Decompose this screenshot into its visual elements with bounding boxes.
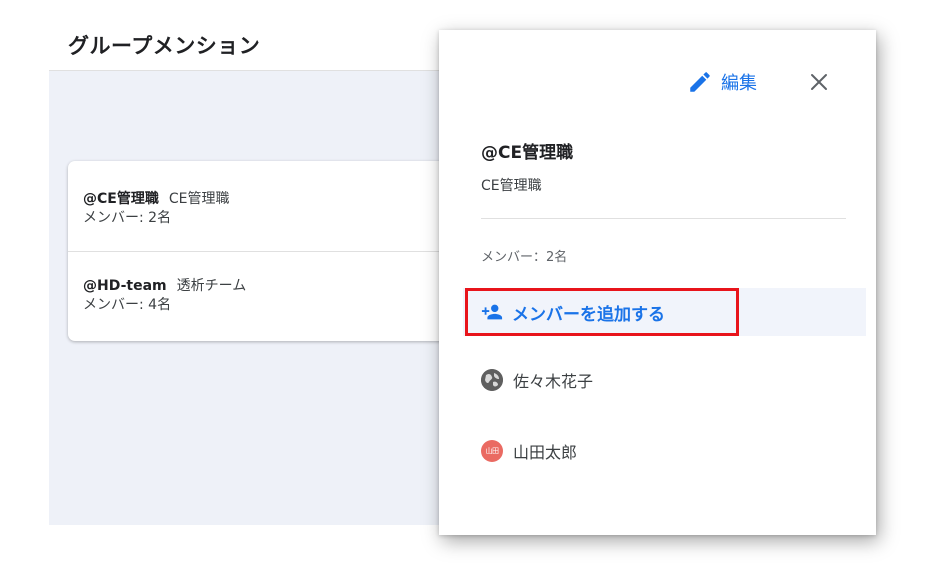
add-member-label: メンバーを追加する	[512, 304, 665, 325]
page-title: グループメンション	[68, 34, 261, 58]
member-name: 山田太郎	[513, 443, 578, 462]
detail-group-name: CE管理職	[481, 178, 542, 194]
globe-avatar-icon	[481, 369, 503, 391]
detail-group-handle: @CE管理職	[481, 143, 574, 163]
edit-button[interactable]: 編集	[687, 68, 757, 96]
group-name: CE管理職	[168, 191, 230, 207]
close-button[interactable]	[805, 68, 833, 96]
member-item-sasaki[interactable]: 佐々木花子	[481, 368, 593, 392]
group-detail-popup: 編集 @CE管理職 CE管理職 メンバー：2名 メンバーを追加する 佐々木花子	[439, 30, 876, 535]
member-item-yamada[interactable]: 山田 山田太郎	[481, 439, 577, 463]
group-name: 透析チーム	[176, 278, 247, 294]
group-row-title: @CE管理職 CE管理職	[83, 190, 468, 208]
group-member-count: メンバー: 4名	[83, 297, 172, 313]
detail-divider	[481, 218, 846, 219]
group-handle: @CE管理職	[83, 191, 159, 207]
add-member-row: メンバーを追加する	[463, 288, 866, 336]
group-row-hd-team[interactable]: @HD-team 透析チーム メンバー: 4名	[68, 251, 468, 341]
detail-member-count: メンバー：2名	[481, 250, 568, 265]
group-row-ce-managers[interactable]: @CE管理職 CE管理職 メンバー: 2名	[68, 161, 468, 251]
member-name: 佐々木花子	[513, 372, 594, 391]
group-list: @CE管理職 CE管理職 メンバー: 2名 @HD-team 透析チーム メンバー:…	[68, 161, 468, 341]
group-handle: @HD-team	[83, 278, 167, 294]
initials-avatar-icon: 山田	[481, 440, 503, 462]
pencil-icon	[687, 69, 713, 95]
add-member-button[interactable]: メンバーを追加する	[465, 288, 739, 336]
close-icon	[809, 72, 829, 92]
edit-label: 編集	[721, 73, 757, 94]
group-member-count: メンバー: 2名	[83, 210, 172, 226]
group-row-title: @HD-team 透析チーム	[83, 277, 468, 295]
person-add-icon	[481, 301, 503, 323]
